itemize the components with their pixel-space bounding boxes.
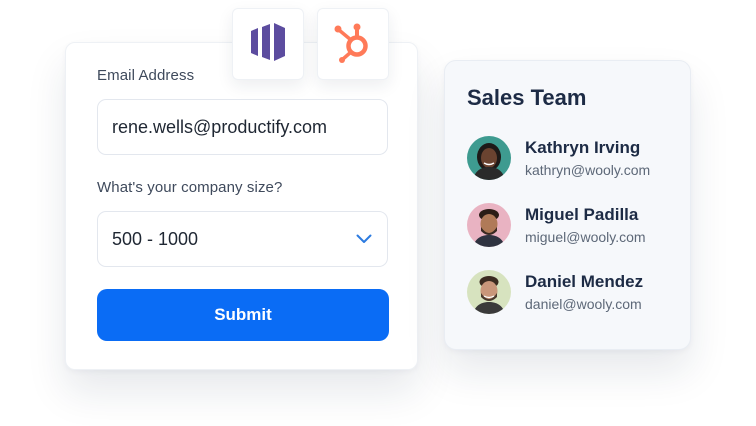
member-email: miguel@wooly.com	[525, 228, 646, 245]
sales-team-card: Sales Team Kathryn Irving kathryn@wooly.…	[444, 60, 691, 350]
hubspot-integration-tile[interactable]	[317, 8, 389, 80]
team-member[interactable]: Daniel Mendez daniel@wooly.com	[467, 269, 643, 315]
email-label: Email Address	[97, 67, 195, 84]
member-email: daniel@wooly.com	[525, 295, 642, 312]
marketo-logo-icon	[249, 22, 287, 67]
avatar	[467, 136, 511, 180]
avatar	[467, 270, 511, 314]
company-size-select[interactable]: 500 - 1000	[97, 211, 388, 267]
member-email: kathryn@wooly.com	[525, 161, 651, 178]
avatar	[467, 203, 511, 247]
marketo-integration-tile[interactable]	[232, 8, 304, 80]
member-name: Kathryn Irving	[525, 137, 641, 157]
hubspot-logo-icon	[331, 20, 375, 69]
team-member[interactable]: Kathryn Irving kathryn@wooly.com	[467, 135, 650, 181]
lead-form-card: Email Address rene.wells@productify.com …	[65, 42, 418, 370]
sales-team-title: Sales Team	[467, 85, 587, 110]
member-name: Daniel Mendez	[525, 271, 644, 291]
integration-illustration: Email Address rene.wells@productify.com …	[0, 0, 756, 426]
chevron-down-icon	[355, 230, 373, 248]
team-member[interactable]: Miguel Padilla miguel@wooly.com	[467, 202, 646, 248]
email-field-value: rene.wells@productify.com	[112, 116, 328, 137]
submit-button[interactable]: Submit	[97, 289, 389, 341]
company-size-label: What's your company size?	[97, 179, 283, 196]
company-size-value: 500 - 1000	[112, 228, 199, 249]
email-field[interactable]: rene.wells@productify.com	[97, 99, 388, 155]
member-name: Miguel Padilla	[525, 204, 639, 224]
